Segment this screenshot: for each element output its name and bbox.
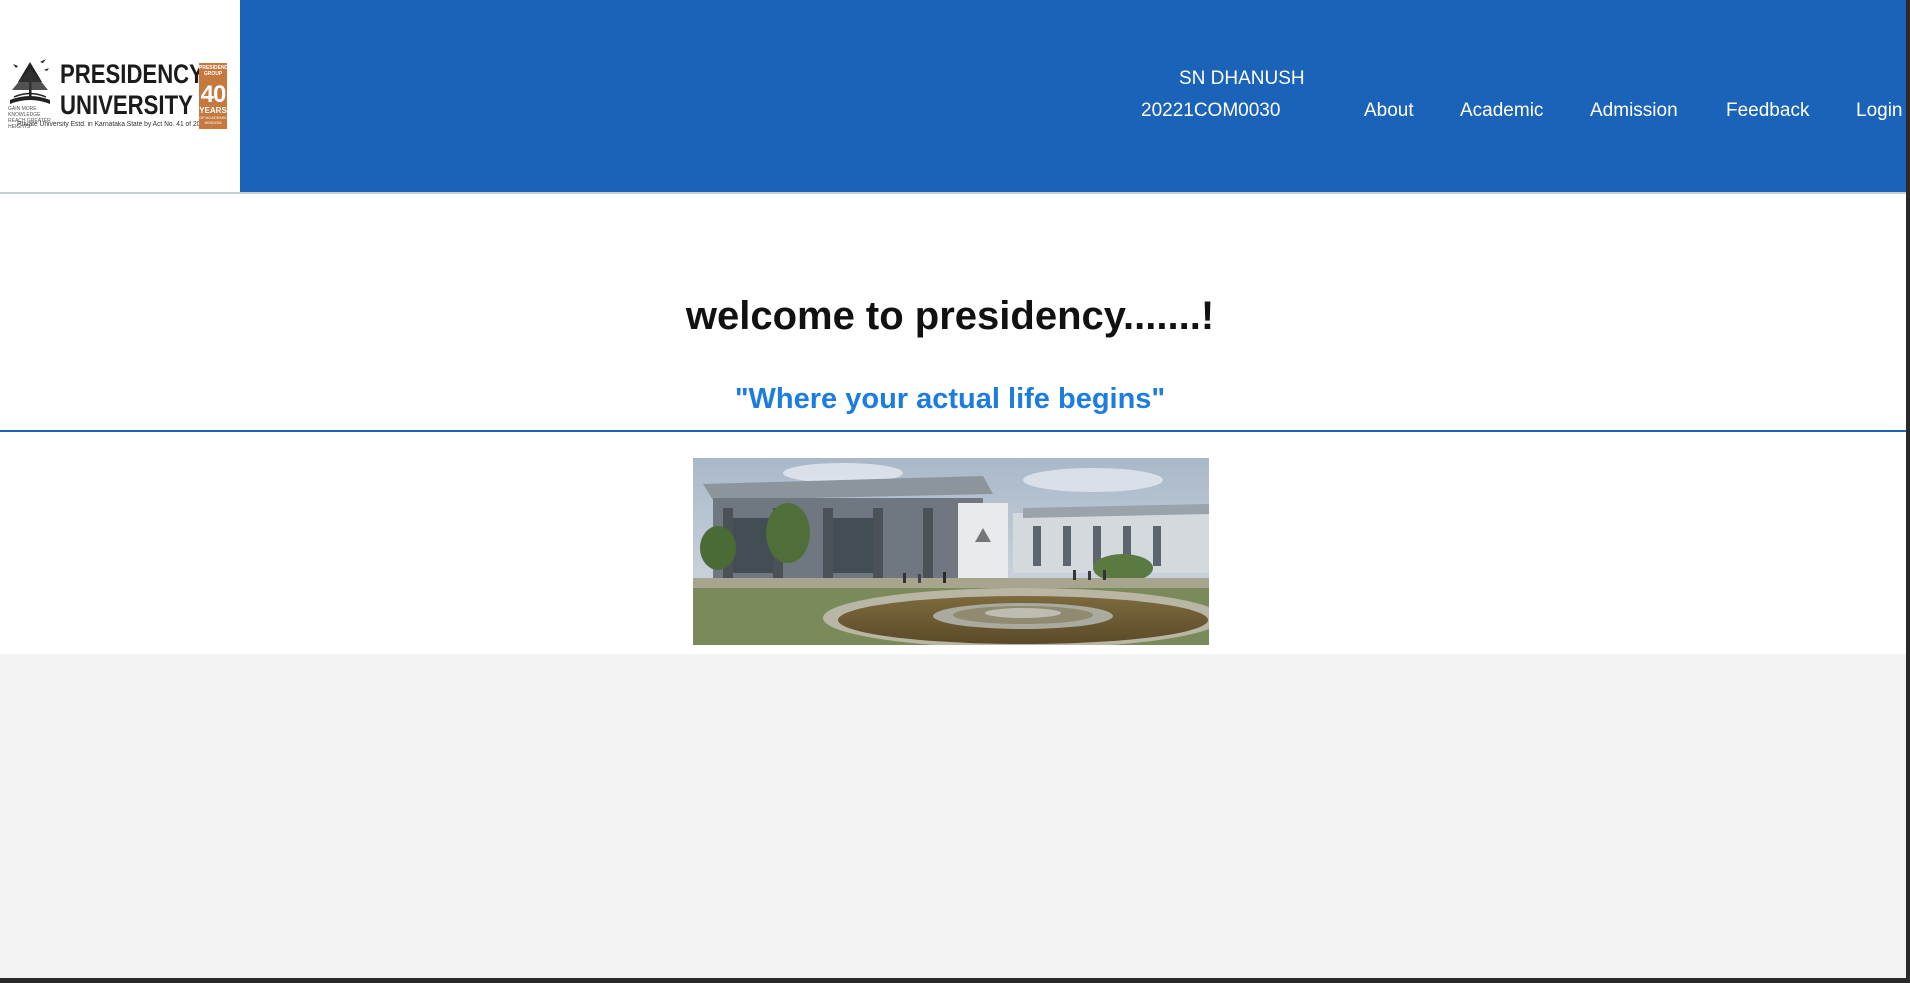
window-edge-right: [1906, 0, 1910, 983]
badge-number: 40: [200, 81, 227, 108]
site-header: GAIN MORE KNOWLEDGE REACH GREATER HEIGHT…: [0, 0, 1906, 192]
book-tree-logo-icon: [10, 59, 50, 104]
nav-feedback-link[interactable]: Feedback: [1726, 100, 1809, 122]
section-divider: [0, 430, 1906, 432]
badge-years: YEARS: [199, 106, 227, 115]
main-content: welcome to presidency.......! "Where you…: [0, 194, 1906, 654]
badge-subtext: OF ACADEMIC WISDOM: [199, 115, 227, 125]
nav-academic-link[interactable]: Academic: [1460, 100, 1543, 122]
nav-admission-link[interactable]: Admission: [1590, 100, 1678, 122]
tagline-heading: "Where your actual life begins": [734, 383, 1166, 415]
nav-about-link[interactable]: About: [1364, 100, 1414, 122]
logo-line-1: PRESIDENCY: [60, 59, 204, 89]
logo-caption: Private University Estd. in Karnataka St…: [17, 121, 208, 128]
anniversary-badge: PRESIDENCY GROUP 40 YEARS OF ACADEMIC WI…: [199, 63, 227, 129]
user-id: 20221COM0030: [1141, 100, 1281, 121]
badge-top-text: PRESIDENCY GROUP: [199, 65, 227, 77]
window-edge-bottom: [0, 978, 1910, 983]
logo-line-2: UNIVERSITY: [60, 90, 193, 120]
university-logo[interactable]: GAIN MORE KNOWLEDGE REACH GREATER HEIGHT…: [0, 0, 240, 192]
campus-photo: [693, 458, 1209, 645]
nav-login-link[interactable]: Login: [1856, 100, 1903, 122]
welcome-heading: welcome to presidency.......!: [685, 294, 1215, 338]
user-name: SN DHANUSH: [1179, 68, 1305, 89]
browser-viewport: GAIN MORE KNOWLEDGE REACH GREATER HEIGHT…: [0, 0, 1906, 978]
